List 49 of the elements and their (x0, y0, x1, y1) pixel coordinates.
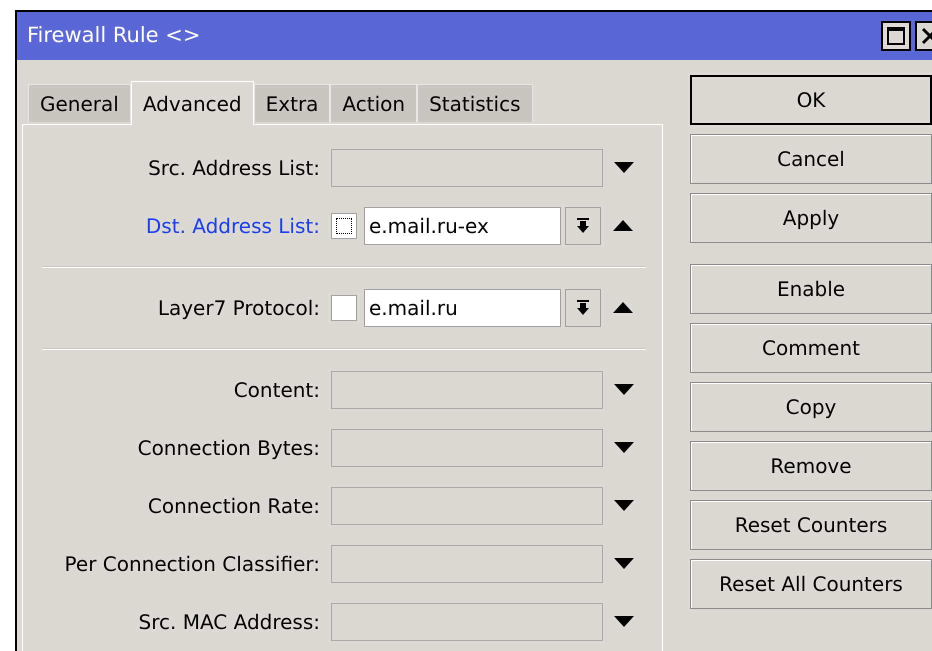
dropdown-button[interactable] (565, 207, 601, 245)
field-label: Src. MAC Address: (138, 609, 321, 636)
tab[interactable]: Extra (254, 84, 330, 122)
field-label: Per Connection Classifier: (64, 551, 321, 578)
dropdown-button[interactable] (565, 289, 601, 327)
dropdown-arrow-icon[interactable] (614, 162, 634, 174)
input-field[interactable]: e.mail.ru-ex (364, 207, 561, 245)
tab[interactable]: Statistics (417, 84, 532, 122)
dialog-button[interactable]: Cancel (690, 134, 932, 184)
input-field[interactable] (331, 603, 603, 641)
input-field[interactable] (331, 149, 603, 187)
dropdown-arrow-icon[interactable] (614, 384, 634, 396)
dialog-button[interactable]: Apply (690, 193, 932, 243)
dialog-button[interactable]: Enable (690, 264, 932, 314)
input-field[interactable] (331, 429, 603, 467)
tab[interactable]: Advanced (130, 81, 254, 125)
input-field[interactable]: e.mail.ru (364, 289, 561, 327)
checkbox[interactable] (331, 213, 357, 239)
field-label: Connection Bytes: (136, 435, 321, 462)
window-title: Firewall Rule <> (27, 22, 200, 50)
collapse-arrow-icon[interactable] (613, 220, 633, 232)
checkbox[interactable] (331, 295, 357, 321)
field-value: e.mail.ru (369, 295, 458, 322)
tab[interactable]: Action (330, 84, 418, 122)
dialog-button[interactable]: Comment (690, 323, 932, 373)
dialog-button[interactable]: Reset All Counters (690, 559, 932, 609)
field-label: Connection Rate: (146, 493, 321, 520)
dropdown-arrow-icon[interactable] (614, 500, 634, 512)
field-label: Content: (232, 377, 321, 404)
field-label: Src. Address List: (147, 155, 321, 182)
field-label: Dst. Address List: (144, 213, 321, 240)
dialog-button[interactable]: Remove (690, 441, 932, 491)
input-field[interactable] (331, 487, 603, 525)
dropdown-arrow-icon[interactable] (614, 616, 634, 628)
input-field[interactable] (331, 545, 603, 583)
arrow-down-bar-icon (576, 218, 590, 234)
maximize-button[interactable] (881, 21, 911, 51)
collapse-arrow-icon[interactable] (613, 302, 633, 314)
input-field[interactable] (331, 371, 603, 409)
dropdown-arrow-icon[interactable] (614, 558, 634, 570)
dialog-button[interactable]: Copy (690, 382, 932, 432)
field-label: Layer7 Protocol: (156, 295, 321, 322)
dropdown-arrow-icon[interactable] (614, 442, 634, 454)
dialog-button[interactable]: Reset Counters (690, 500, 932, 550)
dialog-button[interactable]: OK (690, 75, 932, 125)
arrow-down-bar-icon (576, 300, 590, 316)
maximize-icon (887, 27, 905, 45)
tab[interactable]: General (28, 84, 131, 122)
field-value: e.mail.ru-ex (369, 213, 489, 240)
